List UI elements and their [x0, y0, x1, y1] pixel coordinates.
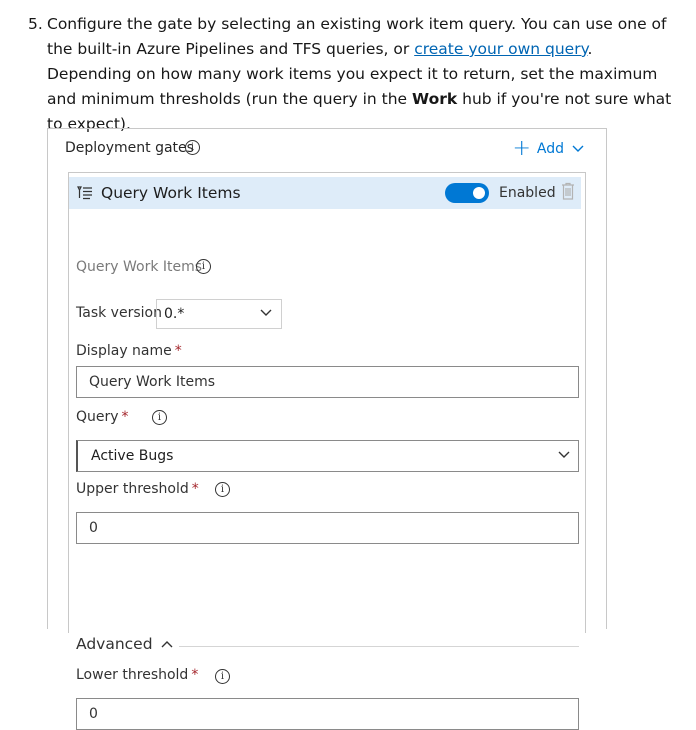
info-icon[interactable]: i [152, 410, 167, 425]
upper-threshold-label: Upper threshold * [76, 481, 199, 497]
required-mark: * [191, 667, 199, 683]
lower-threshold-value: 0 [89, 706, 98, 722]
display-name-field[interactable]: Query Work Items [76, 366, 579, 398]
task-subtitle: Query Work Items [76, 259, 203, 275]
section-divider [179, 646, 579, 647]
advanced-label: Advanced [76, 635, 153, 653]
task-name: Query Work Items [101, 184, 241, 202]
chevron-down-icon [558, 451, 570, 458]
upper-threshold-value: 0 [89, 520, 98, 536]
chevron-down-icon [572, 145, 584, 152]
info-icon[interactable]: i [215, 669, 230, 684]
step-number: 5. [28, 15, 43, 33]
enabled-label: Enabled [499, 185, 556, 201]
required-mark: * [191, 481, 199, 497]
lower-threshold-label: Lower threshold * [76, 667, 198, 683]
chevron-up-icon [161, 641, 173, 648]
lower-threshold-field[interactable]: 0 [76, 698, 579, 730]
query-list-icon [77, 186, 92, 200]
task-version-label: Task version [76, 305, 162, 321]
advanced-section-toggle[interactable]: Advanced [76, 635, 173, 653]
chevron-down-icon [260, 309, 272, 316]
query-label: Query * [76, 409, 129, 425]
upper-threshold-field[interactable]: 0 [76, 512, 579, 544]
task-version-select[interactable]: 0.* [156, 299, 282, 329]
info-icon[interactable]: i [185, 140, 200, 155]
query-select[interactable]: Active Bugs [76, 440, 579, 472]
toggle-knob [473, 187, 485, 199]
panel-title: Deployment gates [65, 140, 194, 156]
step-text: Configure the gate by selecting an exist… [47, 12, 678, 137]
instruction-step: 5. Configure the gate by selecting an ex… [28, 12, 678, 137]
plus-icon: + [512, 136, 531, 161]
info-icon[interactable]: i [215, 482, 230, 497]
query-value: Active Bugs [91, 448, 174, 464]
required-mark: * [174, 343, 182, 359]
deployment-gates-panel: Deployment gates i + Add Query Work Item… [47, 128, 607, 730]
query-label-text: Query [76, 409, 119, 425]
work-hub-text: Work [412, 90, 458, 108]
create-query-link[interactable]: create your own query [414, 40, 587, 58]
enabled-toggle[interactable] [445, 183, 489, 203]
display-name-label-text: Display name [76, 343, 172, 359]
info-icon[interactable]: i [196, 259, 211, 274]
add-label: Add [536, 141, 564, 157]
lower-threshold-label-text: Lower threshold [76, 667, 189, 683]
display-name-label: Display name * [76, 343, 182, 359]
required-mark: * [121, 409, 129, 425]
display-name-value: Query Work Items [89, 374, 216, 390]
task-header[interactable]: Query Work Items Enabled [69, 177, 581, 209]
gate-task-card: Query Work Items Enabled Query Work Item… [68, 172, 586, 730]
trash-icon[interactable] [561, 182, 575, 200]
upper-threshold-label-text: Upper threshold [76, 481, 189, 497]
task-version-value: 0.* [164, 306, 185, 322]
add-gate-button[interactable]: + Add [512, 136, 584, 161]
